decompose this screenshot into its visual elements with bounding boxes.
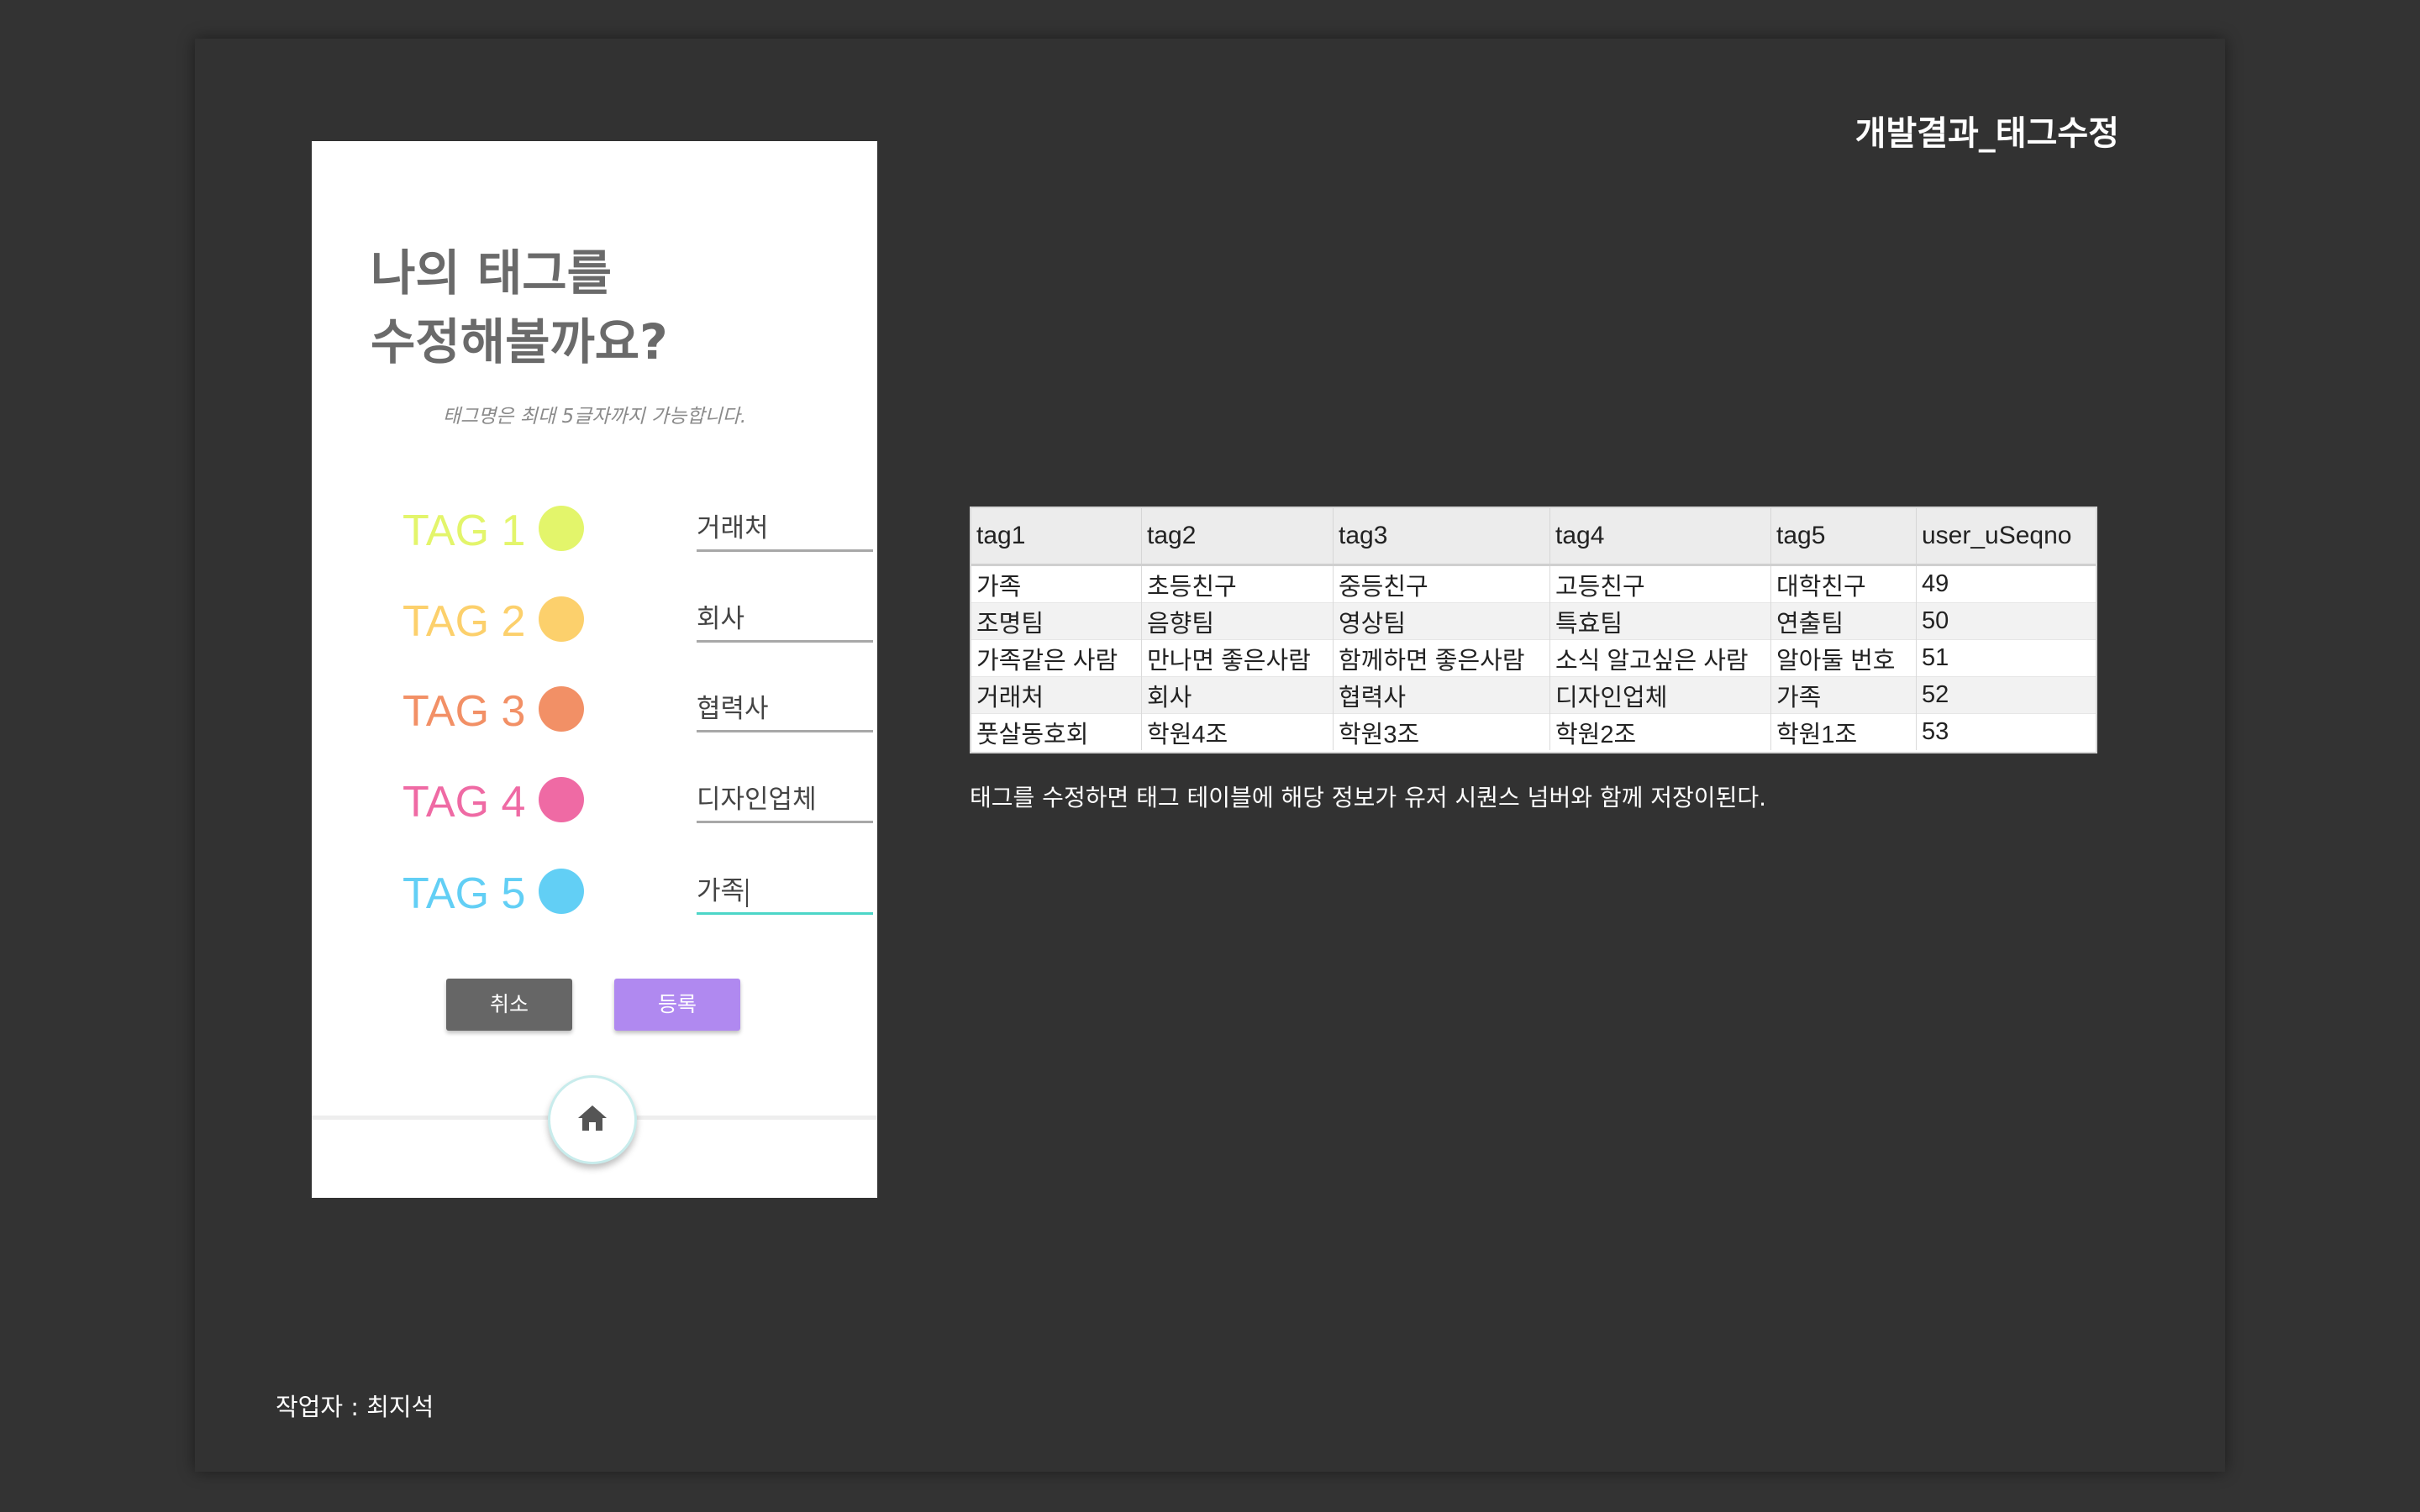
table-cell: 중등친구 — [1333, 564, 1550, 603]
table-cell: 학원4조 — [1141, 713, 1334, 750]
phone-mockup: 나의 태그를 수정해볼까요? 태그명은 최대 5글자까지 가능합니다. TAG … — [312, 141, 877, 1198]
page-title: 나의 태그를 수정해볼까요? — [371, 239, 668, 376]
tag-row-4: TAG 4 디자인업체 — [402, 772, 873, 831]
table-header-row: tag1 tag2 tag3 tag4 tag5 user_uSeqno — [971, 508, 2096, 566]
tag-input-3[interactable]: 협력사 — [697, 686, 873, 732]
table-cell: 대학친구 — [1770, 564, 1917, 603]
cancel-button[interactable]: 취소 — [446, 979, 572, 1031]
tag-color-dot-4[interactable] — [539, 777, 584, 822]
table-cell: 51 — [1916, 639, 2096, 677]
register-button[interactable]: 등록 — [614, 979, 740, 1031]
page-title-line2: 수정해볼까요? — [371, 313, 668, 370]
table-cell: 거래처 — [971, 676, 1142, 714]
table-cell: 52 — [1916, 676, 2096, 714]
tag-input-1[interactable]: 거래처 — [697, 506, 873, 552]
home-button[interactable] — [548, 1075, 637, 1164]
column-header: tag4 — [1549, 508, 1771, 566]
tag-label-2: TAG 2 — [402, 597, 526, 646]
table-cell: 협력사 — [1333, 676, 1550, 714]
table-cell: 50 — [1916, 602, 2096, 640]
table-cell: 함께하면 좋은사람 — [1333, 639, 1550, 677]
table-row: 풋살동호회 학원4조 학원3조 학원2조 학원1조 53 — [971, 713, 2096, 750]
tag-color-dot-3[interactable] — [539, 686, 584, 732]
text-caret — [746, 878, 749, 907]
table-row: 가족 초등친구 중등친구 고등친구 대학친구 49 — [971, 564, 2096, 603]
table-cell: 디자인업체 — [1549, 676, 1771, 714]
column-header: tag3 — [1333, 508, 1550, 566]
tag-input-2[interactable]: 회사 — [697, 596, 873, 643]
tag-label-1: TAG 1 — [402, 507, 526, 555]
tag-input-3-value: 협력사 — [697, 694, 769, 724]
tag-length-hint: 태그명은 최대 5글자까지 가능합니다. — [442, 406, 747, 428]
table-cell: 영상팀 — [1333, 602, 1550, 640]
author-credit: 작업자 : 최지석 — [276, 1393, 434, 1421]
table-cell: 가족같은 사람 — [971, 639, 1142, 677]
tag-input-4-value: 디자인업체 — [697, 785, 817, 815]
tag-label-5: TAG 5 — [402, 869, 526, 918]
tag-row-1: TAG 1 거래처 — [402, 501, 873, 559]
tag-color-dot-2[interactable] — [539, 596, 584, 642]
table-row: 가족같은 사람 만나면 좋은사람 함께하면 좋은사람 소식 알고싶은 사람 알아… — [971, 639, 2096, 677]
table-cell: 53 — [1916, 713, 2096, 750]
table-cell: 회사 — [1141, 676, 1334, 714]
table-cell: 만나면 좋은사람 — [1141, 639, 1334, 677]
tag-input-4[interactable]: 디자인업체 — [697, 777, 873, 823]
table-cell: 소식 알고싶은 사람 — [1549, 639, 1771, 677]
tag-input-5-value: 가족 — [697, 869, 749, 907]
tag-row-5: TAG 5 가족 — [402, 864, 873, 922]
tag-db-table: tag1 tag2 tag3 tag4 tag5 user_uSeqno 가족 … — [970, 507, 2097, 753]
table-cell: 조명팀 — [971, 602, 1142, 640]
table-caption: 태그를 수정하면 태그 테이블에 해당 정보가 유저 시퀀스 넘버와 함께 저장… — [970, 784, 1766, 811]
table-cell: 가족 — [971, 564, 1142, 603]
table-cell: 가족 — [1770, 676, 1917, 714]
tag-row-2: TAG 2 회사 — [402, 591, 873, 650]
table-row: 조명팀 음향팀 영상팀 특효팀 연출팀 50 — [971, 602, 2096, 640]
column-header: tag2 — [1141, 508, 1334, 566]
tag-label-3: TAG 3 — [402, 687, 526, 736]
slide-title: 개발결과_태그수정 — [1854, 114, 2119, 153]
table-cell: 알아둘 번호 — [1770, 639, 1917, 677]
table-cell: 49 — [1916, 564, 2096, 603]
home-icon — [578, 1105, 607, 1131]
page-title-line1: 나의 태그를 — [371, 244, 612, 302]
tag-input-1-value: 거래처 — [697, 513, 769, 543]
table-cell: 초등친구 — [1141, 564, 1334, 603]
table-cell: 음향팀 — [1141, 602, 1334, 640]
column-header: tag1 — [971, 508, 1142, 566]
tag-input-2-value: 회사 — [697, 604, 745, 634]
table-cell: 학원1조 — [1770, 713, 1917, 750]
tag-color-dot-5[interactable] — [539, 869, 584, 914]
table-cell: 특효팀 — [1549, 602, 1771, 640]
column-header: tag5 — [1770, 508, 1917, 566]
tag-input-5[interactable]: 가족 — [697, 869, 873, 915]
table-cell: 고등친구 — [1549, 564, 1771, 603]
tag-row-3: TAG 3 협력사 — [402, 681, 873, 740]
column-header: user_uSeqno — [1916, 508, 2096, 566]
tag-label-4: TAG 4 — [402, 778, 526, 827]
table-row: 거래처 회사 협력사 디자인업체 가족 52 — [971, 676, 2096, 714]
table-cell: 풋살동호회 — [971, 713, 1142, 750]
table-cell: 학원2조 — [1549, 713, 1771, 750]
tag-color-dot-1[interactable] — [539, 506, 584, 551]
table-cell: 학원3조 — [1333, 713, 1550, 750]
slide: 개발결과_태그수정 나의 태그를 수정해볼까요? 태그명은 최대 5글자까지 가… — [195, 39, 2225, 1472]
table-cell: 연출팀 — [1770, 602, 1917, 640]
